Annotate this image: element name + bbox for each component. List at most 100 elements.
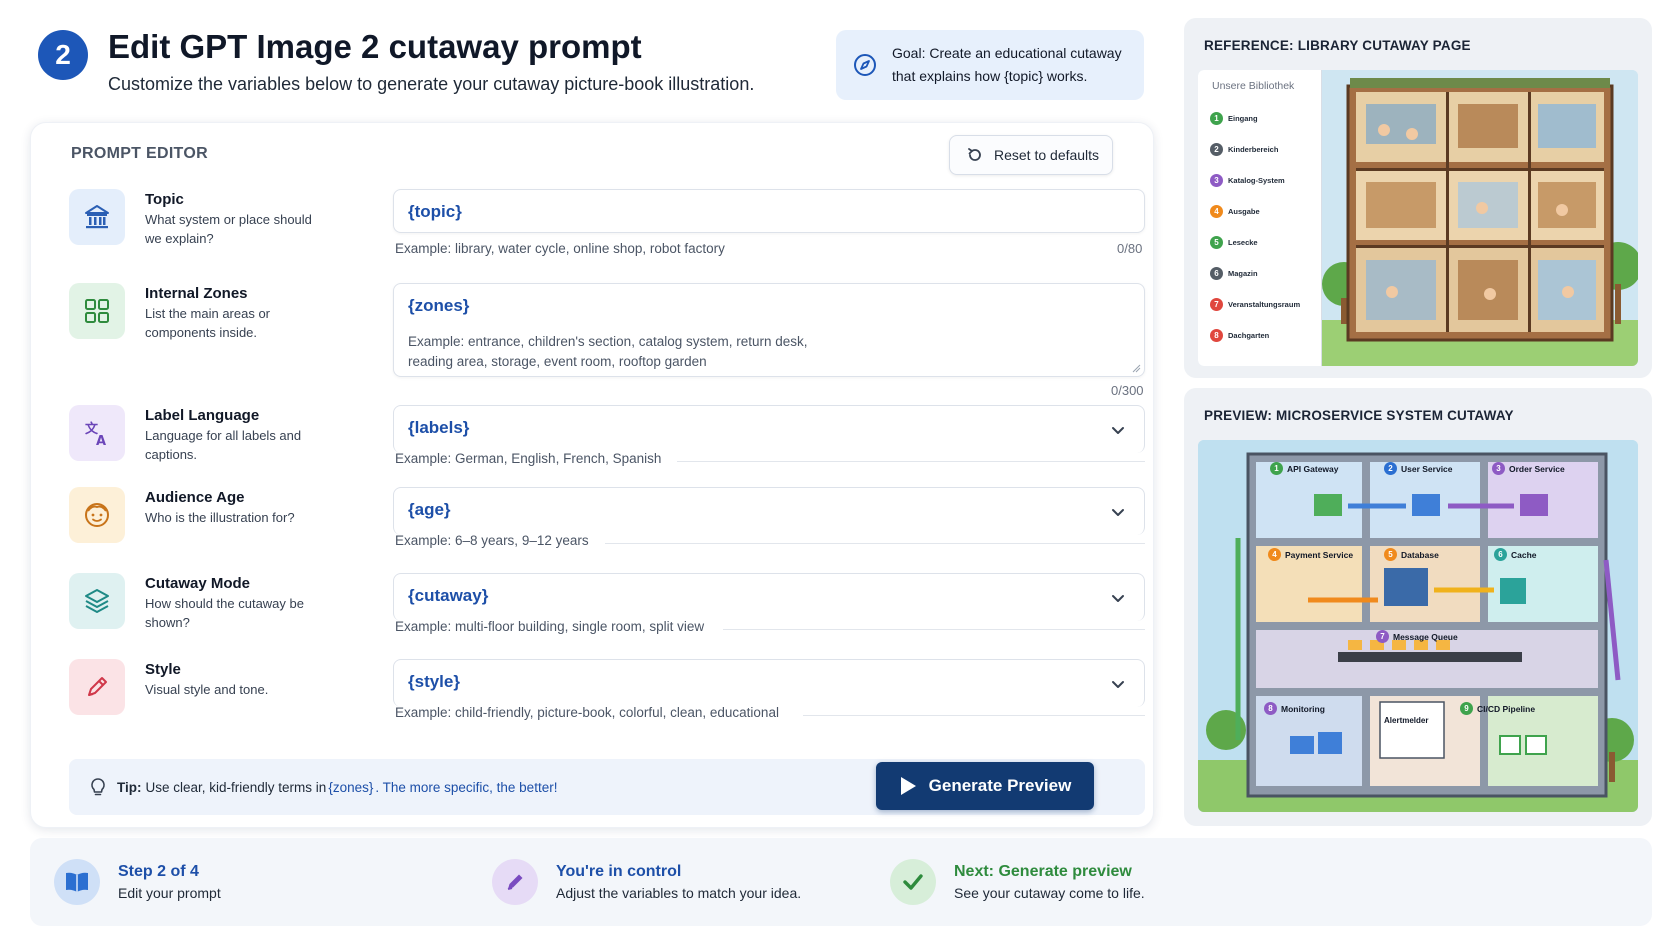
pencil-icon <box>492 859 538 905</box>
play-icon <box>900 777 916 795</box>
legend-label: Ausgabe <box>1228 207 1260 216</box>
reference-illustration: Unsere Bibliothek 1 Eingang 2 Kinderbereich… <box>1198 70 1638 366</box>
row-cutaway-mode: Cutaway Mode How should the cutaway be s… <box>69 573 1149 653</box>
goal-line-1: Goal: Create an educational cutaway <box>892 45 1122 61</box>
tip-label: Tip: <box>117 779 142 795</box>
footer-control: You're in control Adjust the variables t… <box>492 838 801 926</box>
age-hint: Example: 6–8 years, 9–12 years <box>395 533 589 548</box>
zones-label: Internal Zones List the main areas or co… <box>145 285 325 342</box>
pencil-icon <box>69 659 125 715</box>
book-icon <box>54 859 100 905</box>
topic-input-value: {topic} <box>408 202 462 221</box>
library-cutaway-illustration <box>1322 70 1638 366</box>
service-payment-service: 4 Payment Service <box>1268 548 1353 561</box>
zones-hint-line-2: reading area, storage, event room, rooft… <box>408 354 707 369</box>
legend-item: 4 Ausgabe <box>1210 205 1260 218</box>
generate-preview-button[interactable]: Generate Preview <box>876 762 1094 810</box>
reset-to-defaults-button[interactable]: Reset to defaults <box>949 135 1113 175</box>
zones-description: List the main areas or components inside… <box>145 306 271 340</box>
reset-label: Reset to defaults <box>994 147 1100 163</box>
age-label: Audience Age Who is the illustration for… <box>145 489 325 527</box>
age-select-value: {age} <box>408 500 451 519</box>
age-description: Who is the illustration for? <box>145 510 295 525</box>
preview-illustration: 1 API Gateway 2 User Service 3 Order Servic… <box>1198 440 1638 812</box>
layers-icon <box>69 573 125 629</box>
topic-label: Topic What system or place should we exp… <box>145 191 325 248</box>
row-audience-age: Audience Age Who is the illustration for… <box>69 487 1149 567</box>
topic-input[interactable]: {topic} <box>393 189 1145 233</box>
legend-item: 8 Dachgarten <box>1210 329 1269 342</box>
footer-next-desc: See your cutaway come to life. <box>954 885 1145 901</box>
service-message-queue: 7 Message Queue <box>1376 630 1458 643</box>
age-title: Audience Age <box>145 489 245 506</box>
legend-number-badge: 2 <box>1210 143 1223 156</box>
reset-icon <box>968 148 981 161</box>
row-internal-zones: Internal Zones List the main areas or co… <box>69 283 1149 398</box>
cutaway-select[interactable]: {cutaway} <box>393 573 1145 621</box>
step-number-badge: 2 <box>38 30 88 80</box>
footer-step-title: Step 2 of 4 <box>118 863 199 880</box>
lightbulb-icon <box>91 778 105 796</box>
cutaway-hint: Example: multi-floor building, single ro… <box>395 619 705 634</box>
legend-label: Lesecke <box>1228 238 1258 247</box>
legend-item: 6 Magazin <box>1210 267 1258 280</box>
legend-label: Kinderbereich <box>1228 145 1279 154</box>
zones-char-counter: 0/300 <box>1111 383 1144 398</box>
legend-item: 2 Kinderbereich <box>1210 143 1278 156</box>
age-select[interactable]: {age} <box>393 487 1145 535</box>
legend-item: 7 Veranstaltungsraum <box>1210 298 1300 311</box>
progress-footer: Step 2 of 4 Edit your prompt You're in c… <box>30 838 1652 926</box>
service-cache: 6 Cache <box>1494 548 1537 561</box>
grid-icon <box>69 283 125 339</box>
reference-legend-title: Unsere Bibliothek <box>1212 80 1295 92</box>
chevron-down-icon[interactable] <box>1110 590 1126 606</box>
check-icon <box>890 859 936 905</box>
service-cicd-pipeline: 9 CI/CD Pipeline <box>1460 702 1535 715</box>
legend-label: Magazin <box>1228 269 1258 278</box>
zones-textarea[interactable]: {zones} Example: entrance, children's se… <box>393 283 1145 377</box>
language-select-value: {labels} <box>408 418 470 437</box>
microservice-cutaway-illustration <box>1198 440 1638 812</box>
row-topic: Topic What system or place should we exp… <box>69 189 1149 269</box>
service-monitoring: 8 Monitoring <box>1264 702 1325 715</box>
reference-title: REFERENCE: LIBRARY CUTAWAY PAGE <box>1204 38 1471 53</box>
legend-number-badge: 8 <box>1210 329 1223 342</box>
legend-number-badge: 4 <box>1210 205 1223 218</box>
resize-handle-icon[interactable] <box>1132 364 1141 373</box>
legend-item: 3 Katalog-System <box>1210 174 1285 187</box>
footer-step: Step 2 of 4 Edit your prompt <box>54 838 221 926</box>
compass-icon <box>854 54 876 76</box>
page-subtitle: Customize the variables below to generat… <box>108 74 755 94</box>
row-label-language: 文A Label Language Language for all label… <box>69 405 1149 485</box>
style-divider <box>803 715 1145 716</box>
chevron-down-icon[interactable] <box>1110 504 1126 520</box>
footer-control-title: You're in control <box>556 863 682 880</box>
translate-icon: 文A <box>69 405 125 461</box>
generate-preview-label: Generate Preview <box>928 776 1072 795</box>
language-select[interactable]: {labels} <box>393 405 1145 453</box>
style-label: Style Visual style and tone. <box>145 661 325 699</box>
tip-variable: {zones} <box>328 779 374 795</box>
chevron-down-icon[interactable] <box>1110 422 1126 438</box>
zones-hint: Example: entrance, children's section, c… <box>408 332 808 372</box>
topic-description: What system or place should we explain? <box>145 212 312 246</box>
legend-item: 1 Eingang <box>1210 112 1258 125</box>
service-user-service: 2 User Service <box>1384 462 1453 475</box>
chevron-down-icon[interactable] <box>1110 676 1126 692</box>
tip-text: Use clear, kid-friendly terms in <box>145 779 327 795</box>
zones-hint-line-1: Example: entrance, children's section, c… <box>408 334 808 349</box>
page-title: Edit GPT Image 2 cutaway prompt <box>108 28 642 65</box>
service-database: 5 Database <box>1384 548 1439 561</box>
reference-legend: Unsere Bibliothek 1 Eingang 2 Kinderbereich… <box>1198 70 1322 366</box>
footer-control-desc: Adjust the variables to match your idea. <box>556 885 802 901</box>
footer-next-title: Next: Generate preview <box>954 863 1132 880</box>
age-divider <box>605 543 1145 544</box>
style-select[interactable]: {style} <box>393 659 1145 707</box>
style-select-value: {style} <box>408 672 460 691</box>
style-hint: Example: child-friendly, picture-book, c… <box>395 705 779 720</box>
legend-number-badge: 3 <box>1210 174 1223 187</box>
tip-accent-text: . The more specific, the better! <box>375 779 558 795</box>
legend-number-badge: 6 <box>1210 267 1223 280</box>
legend-item: 5 Lesecke <box>1210 236 1258 249</box>
editor-heading: PROMPT EDITOR <box>71 145 208 162</box>
